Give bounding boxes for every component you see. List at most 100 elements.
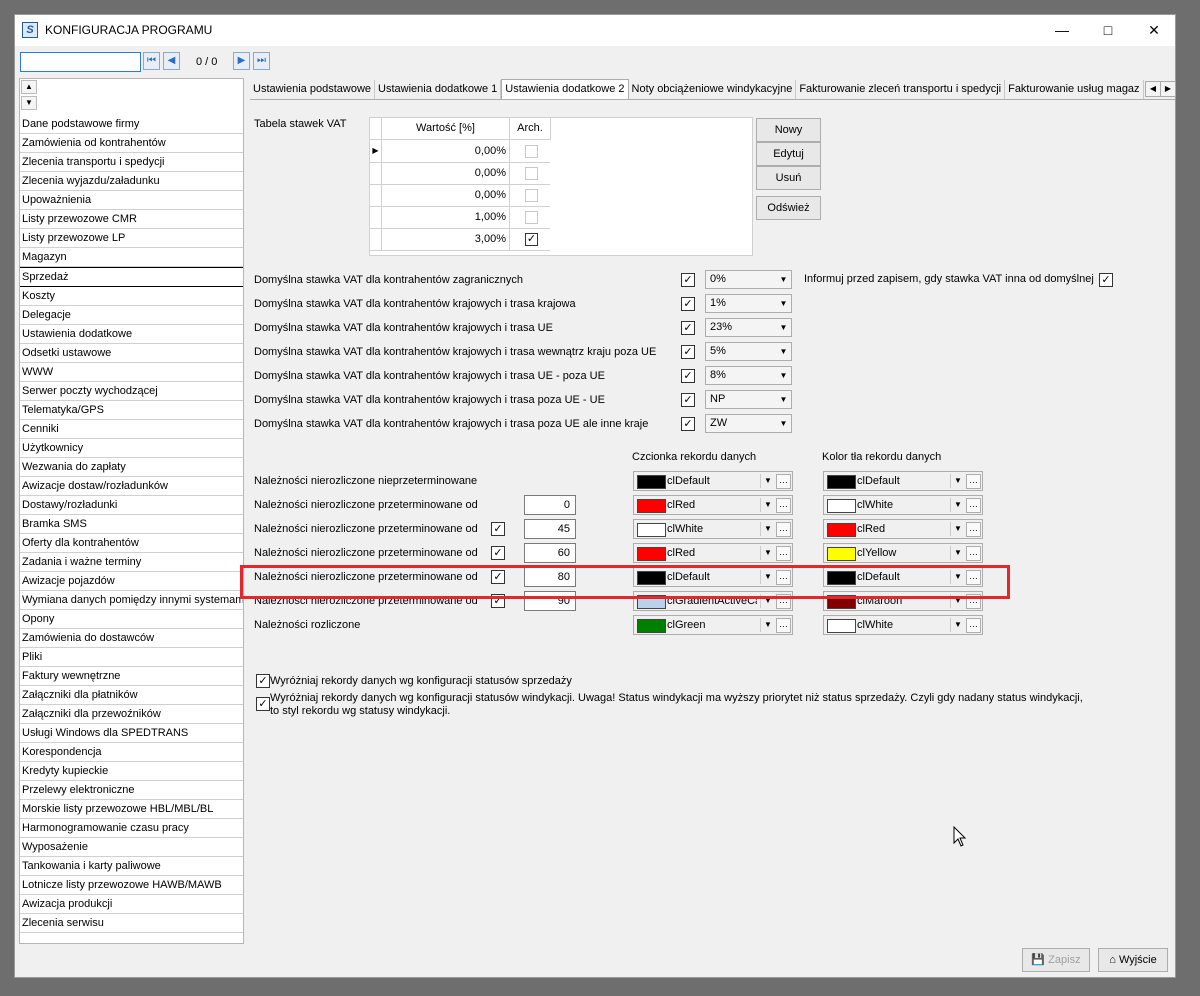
sidebar-item[interactable]: Morskie listy przewozowe HBL/MBL/BL bbox=[20, 800, 243, 819]
tab-4[interactable]: Fakturowanie zleceń transportu i spedycj… bbox=[796, 80, 1006, 99]
refresh-vat-button[interactable]: Odśwież bbox=[756, 196, 821, 220]
chevron-down-icon[interactable]: ▼ bbox=[776, 343, 791, 360]
ellipsis-icon[interactable]: … bbox=[966, 546, 981, 561]
sidebar-item[interactable]: Zlecenia transportu i spedycji bbox=[20, 153, 243, 172]
sidebar-item[interactable]: Awizacje pojazdów bbox=[20, 572, 243, 591]
font-color-select[interactable]: clRed ▼… bbox=[633, 543, 793, 563]
sidebar-item[interactable]: Użytkownicy bbox=[20, 439, 243, 458]
font-color-select[interactable]: clDefault ▼… bbox=[633, 471, 793, 491]
sidebar-item[interactable]: Załączniki dla przewoźników bbox=[20, 705, 243, 724]
first-record-icon[interactable]: ⏮ bbox=[143, 52, 160, 70]
tab-scroll-left-icon[interactable]: ◀ bbox=[1145, 81, 1161, 97]
chevron-down-icon[interactable]: ▼ bbox=[776, 367, 791, 384]
sidebar-item[interactable]: Sprzedaż bbox=[20, 267, 243, 287]
vat-rates-grid[interactable]: Wartość [%] Arch. ▶ 0,00% 0,00% 0,00% 1,00% 3… bbox=[369, 117, 753, 256]
chevron-down-icon[interactable]: ▼ bbox=[950, 522, 965, 536]
sidebar-item[interactable]: Bramka SMS bbox=[20, 515, 243, 534]
inform-checkbox[interactable]: ✓ bbox=[1099, 273, 1113, 287]
default-vat-checkbox[interactable]: ✓ bbox=[681, 321, 695, 335]
sidebar-item[interactable]: Wezwania do zapłaty bbox=[20, 458, 243, 477]
vat-value-cell[interactable]: 1,00% bbox=[382, 206, 510, 228]
default-vat-select[interactable]: 5% ▼ bbox=[705, 342, 792, 361]
vat-value-cell[interactable]: 0,00% bbox=[382, 184, 510, 206]
last-record-icon[interactable]: ⏭ bbox=[253, 52, 270, 70]
sidebar-item[interactable]: WWW bbox=[20, 363, 243, 382]
sidebar-item[interactable]: Oferty dla kontrahentów bbox=[20, 534, 243, 553]
sidebar-item[interactable]: Kredyty kupieckie bbox=[20, 762, 243, 781]
sidebar-item[interactable]: Wymiana danych pomiędzy innymi systemami bbox=[20, 591, 243, 610]
sidebar-item[interactable]: Pliki bbox=[20, 648, 243, 667]
chevron-down-icon[interactable]: ▼ bbox=[950, 474, 965, 488]
table-row[interactable]: 3,00% ✓ bbox=[370, 228, 550, 251]
chevron-down-icon[interactable]: ▼ bbox=[760, 498, 775, 512]
ellipsis-icon[interactable]: … bbox=[966, 474, 981, 489]
days-input[interactable]: 0 bbox=[524, 495, 576, 515]
default-vat-select[interactable]: 0% ▼ bbox=[705, 270, 792, 289]
status-collection-checkbox[interactable]: ✓ bbox=[256, 697, 270, 711]
sidebar-item[interactable]: Zadania i ważne terminy bbox=[20, 553, 243, 572]
tab-5[interactable]: Fakturowanie usług magaz bbox=[1005, 80, 1144, 99]
ellipsis-icon[interactable]: … bbox=[776, 546, 791, 561]
default-vat-select[interactable]: ZW ▼ bbox=[705, 414, 792, 433]
sidebar-item[interactable]: Cenniki bbox=[20, 420, 243, 439]
default-vat-select[interactable]: 23% ▼ bbox=[705, 318, 792, 337]
minimize-icon[interactable]: — bbox=[1039, 15, 1085, 46]
days-input[interactable]: 60 bbox=[524, 543, 576, 563]
prev-record-icon[interactable]: ◀ bbox=[163, 52, 180, 70]
sidebar-item[interactable]: Lotnicze listy przewozowe HAWB/MAWB bbox=[20, 876, 243, 895]
next-record-icon[interactable]: ▶ bbox=[233, 52, 250, 70]
chevron-down-icon[interactable]: ▼ bbox=[776, 295, 791, 312]
tab-3[interactable]: Noty obciążeniowe windykacyjne bbox=[629, 80, 797, 99]
sidebar-item[interactable]: Delegacje bbox=[20, 306, 243, 325]
tab-scroll-right-icon[interactable]: ▶ bbox=[1160, 81, 1176, 97]
sidebar-item[interactable]: Przelewy elektroniczne bbox=[20, 781, 243, 800]
table-row[interactable]: 1,00% bbox=[370, 206, 550, 229]
sidebar-item[interactable]: Upoważnienia bbox=[20, 191, 243, 210]
chevron-down-icon[interactable]: ▼ bbox=[760, 546, 775, 560]
default-vat-checkbox[interactable]: ✓ bbox=[681, 417, 695, 431]
tab-1[interactable]: Ustawienia dodatkowe 1 bbox=[375, 80, 502, 99]
ellipsis-icon[interactable]: … bbox=[776, 498, 791, 513]
default-vat-select[interactable]: NP ▼ bbox=[705, 390, 792, 409]
save-button[interactable]: 💾 Zapisz bbox=[1022, 948, 1090, 972]
sidebar-item[interactable]: Opony bbox=[20, 610, 243, 629]
chevron-down-icon[interactable]: ▼ bbox=[776, 319, 791, 336]
sidebar-item[interactable]: Harmonogramowanie czasu pracy bbox=[20, 819, 243, 838]
chevron-down-icon[interactable]: ▼ bbox=[776, 415, 791, 432]
arch-checkbox[interactable] bbox=[525, 211, 538, 224]
edit-vat-button[interactable]: Edytuj bbox=[756, 142, 821, 166]
scroll-up-icon[interactable]: ▲ bbox=[21, 80, 37, 94]
table-row[interactable]: 0,00% bbox=[370, 184, 550, 207]
sidebar-item[interactable]: Awizacja produkcji bbox=[20, 895, 243, 914]
default-vat-checkbox[interactable]: ✓ bbox=[681, 345, 695, 359]
sidebar-item[interactable]: Korespondencja bbox=[20, 743, 243, 762]
sidebar-item[interactable]: Magazyn bbox=[20, 248, 243, 267]
chevron-down-icon[interactable]: ▼ bbox=[950, 546, 965, 560]
sidebar-item[interactable]: Usługi Windows dla SPEDTRANS bbox=[20, 724, 243, 743]
tab-2[interactable]: Ustawienia dodatkowe 2 bbox=[501, 79, 629, 99]
ellipsis-icon[interactable]: … bbox=[776, 522, 791, 537]
grid-header-arch[interactable]: Arch. bbox=[510, 118, 551, 140]
ellipsis-icon[interactable]: … bbox=[966, 498, 981, 513]
bg-color-select[interactable]: clWhite ▼… bbox=[823, 495, 983, 515]
default-vat-checkbox[interactable]: ✓ bbox=[681, 369, 695, 383]
sidebar-item[interactable]: Faktury wewnętrzne bbox=[20, 667, 243, 686]
font-color-select[interactable]: clRed ▼… bbox=[633, 495, 793, 515]
maximize-icon[interactable]: □ bbox=[1085, 15, 1131, 46]
default-vat-checkbox[interactable]: ✓ bbox=[681, 297, 695, 311]
sidebar-item[interactable]: Serwer poczty wychodzącej bbox=[20, 382, 243, 401]
bg-color-select[interactable]: clRed ▼… bbox=[823, 519, 983, 539]
font-color-select[interactable]: clGreen ▼… bbox=[633, 615, 793, 635]
chevron-down-icon[interactable]: ▼ bbox=[776, 271, 791, 288]
sidebar-item[interactable]: Zlecenia wyjazdu/załadunku bbox=[20, 172, 243, 191]
arch-checkbox[interactable] bbox=[525, 145, 538, 158]
bg-color-select[interactable]: clYellow ▼… bbox=[823, 543, 983, 563]
receivable-checkbox[interactable]: ✓ bbox=[491, 546, 505, 560]
default-vat-checkbox[interactable]: ✓ bbox=[681, 273, 695, 287]
exit-button[interactable]: ⌂ Wyjście bbox=[1098, 948, 1168, 972]
chevron-down-icon[interactable]: ▼ bbox=[950, 618, 965, 632]
ellipsis-icon[interactable]: … bbox=[966, 522, 981, 537]
sidebar-item[interactable]: Listy przewozowe CMR bbox=[20, 210, 243, 229]
sidebar-item[interactable]: Koszty bbox=[20, 287, 243, 306]
table-row[interactable]: 0,00% bbox=[370, 162, 550, 185]
